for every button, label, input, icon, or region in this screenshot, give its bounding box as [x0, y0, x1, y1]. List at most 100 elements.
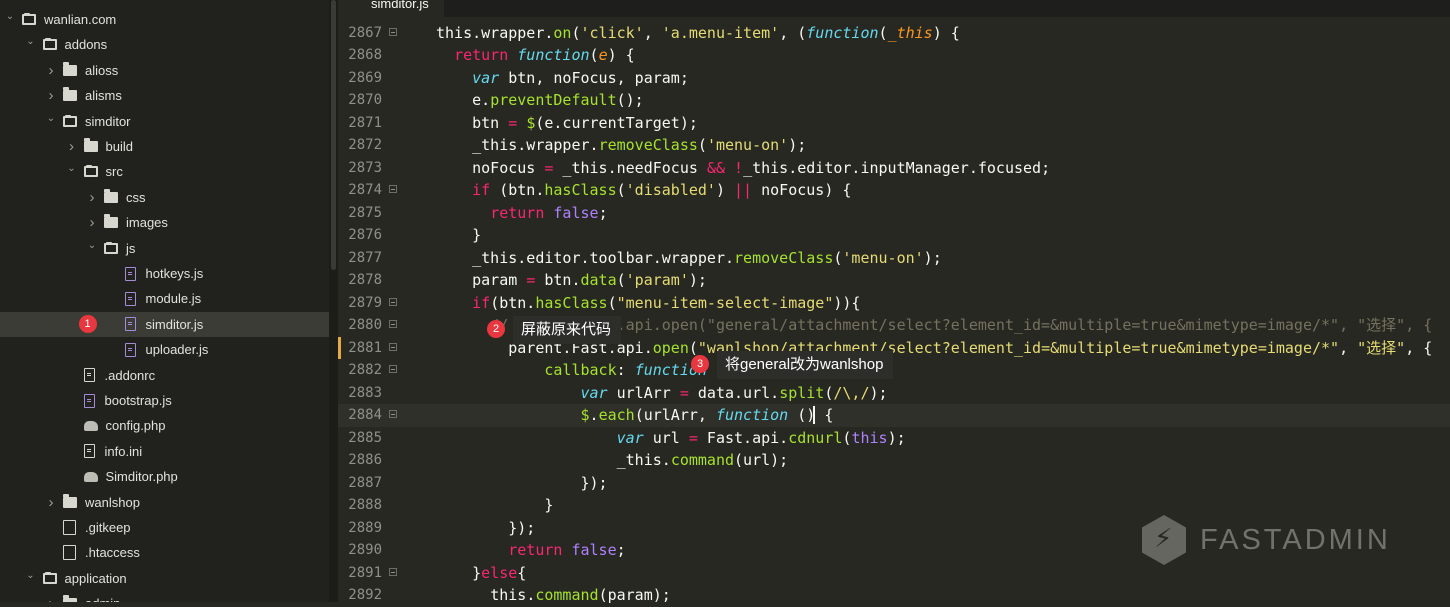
folder-icon	[104, 214, 118, 229]
chevron-down-icon[interactable]: ⌄	[45, 113, 57, 124]
chevron-right-icon[interactable]: ›	[45, 87, 57, 104]
tree-item[interactable]: › alioss	[0, 58, 329, 83]
tree-item[interactable]: › images	[0, 210, 329, 235]
tree-item[interactable]: ⌄ js	[0, 236, 329, 261]
tree-item[interactable]: .htaccess	[0, 540, 329, 565]
tree-item[interactable]: hotkeys.js	[0, 261, 329, 286]
code-text: }else{	[436, 563, 527, 582]
code-line[interactable]: 2882 callback: function (data) {	[338, 359, 1450, 382]
line-number: 2892	[348, 587, 382, 603]
code-line[interactable]: 2876 }	[338, 224, 1450, 247]
tree-item[interactable]: ⌄ src	[0, 159, 329, 184]
tree-item[interactable]: config.php	[0, 413, 329, 438]
code-line[interactable]: 2878 param = btn.data('param');	[338, 269, 1450, 292]
folder-icon	[63, 87, 77, 102]
fold-toggle-icon[interactable]	[389, 365, 397, 373]
tree-item-label: alioss	[85, 62, 119, 78]
tab-simditor-js[interactable]: simditor.js	[338, 0, 444, 17]
fold-toggle-icon[interactable]	[389, 27, 397, 36]
tree-item-label: Simditor.php	[105, 469, 178, 485]
code-line[interactable]: 2881 parent.Fast.api.open("wanlshop/atta…	[338, 336, 1450, 359]
code-line[interactable]: 2883 var urlArr = data.url.split(/\,/);	[338, 382, 1450, 405]
code-line[interactable]: 2869 var btn, noFocus, param;	[338, 67, 1450, 90]
line-number: 2881	[348, 339, 382, 356]
tree-item[interactable]: module.js	[0, 286, 329, 311]
tree-item-label: config.php	[105, 418, 166, 434]
tree-item[interactable]: › admin	[0, 591, 329, 602]
folder-open-icon	[104, 241, 118, 254]
code-text: noFocus = _this.needFocus && !_this.edit…	[436, 158, 1051, 177]
tree-item[interactable]: .gitkeep	[0, 515, 329, 540]
tree-item-label: admin	[85, 596, 120, 602]
fold-toggle-icon[interactable]	[389, 410, 397, 418]
code-line[interactable]: 2872 _this.wrapper.removeClass('menu-on'…	[338, 134, 1450, 157]
code-text: }	[436, 226, 482, 244]
tree-item-label: addons	[64, 37, 108, 53]
tree-item-label: application	[64, 570, 127, 586]
fastadmin-watermark: FASTADMIN	[1142, 514, 1402, 566]
code-line[interactable]: 2879 if(btn.hasClass("menu-item-select-i…	[338, 292, 1450, 315]
sidebar-scrollbar-thumb[interactable]	[331, 0, 336, 270]
code-text: this.command(param);	[490, 586, 671, 604]
line-number: 2878	[348, 272, 382, 288]
tree-item[interactable]: › css	[0, 185, 329, 210]
code-line[interactable]: 2871 btn = $(e.currentTarget);	[338, 112, 1450, 135]
fold-toggle-icon[interactable]	[389, 320, 397, 328]
chevron-down-icon[interactable]: ⌄	[25, 570, 37, 581]
chevron-down-icon[interactable]: ⌄	[25, 36, 37, 47]
tree-item[interactable]: Simditor.php	[0, 464, 329, 489]
tree-item[interactable]: › build	[0, 134, 329, 159]
sidebar-scrollbar[interactable]	[329, 0, 338, 602]
chevron-down-icon[interactable]: ⌄	[4, 11, 16, 22]
tree-item[interactable]: ⌄ wanlian.com	[0, 7, 329, 32]
tree-item[interactable]: ⌄ application	[0, 566, 329, 591]
chevron-right-icon[interactable]: ›	[86, 189, 98, 206]
tree-item-label: js	[126, 240, 136, 256]
tree-item[interactable]: ⌄ simditor	[0, 109, 329, 134]
tree-item[interactable]: › alisms	[0, 83, 329, 108]
code-line[interactable]: 2877 _this.editor.toolbar.wrapper.remove…	[338, 247, 1450, 270]
tree-item[interactable]: ⌄ addons	[0, 32, 329, 57]
tree-item[interactable]: 1 simditor.js	[0, 311, 329, 337]
code-line[interactable]: 2887 });	[338, 472, 1450, 495]
line-number: 2884	[348, 407, 382, 423]
code-line[interactable]: 2886 _this.command(url);	[338, 449, 1450, 472]
fold-toggle-icon[interactable]	[389, 567, 397, 576]
chevron-down-icon[interactable]: ⌄	[66, 163, 78, 174]
tree-item-label: module.js	[145, 291, 202, 307]
tree-item[interactable]: bootstrap.js	[0, 388, 329, 413]
code-line[interactable]: 2867 this.wrapper.on('click', 'a.menu-ite…	[338, 22, 1450, 45]
code-line[interactable]: 2880 // parent.Fast.api.open("general/at…	[338, 314, 1450, 337]
chevron-right-icon[interactable]: ›	[45, 595, 57, 602]
code-line[interactable]: 2885 var url = Fast.api.cdnurl(this);	[338, 427, 1450, 450]
chevron-right-icon[interactable]: ›	[45, 494, 57, 511]
tree-item-label: hotkeys.js	[145, 266, 204, 281]
code-line[interactable]: 2868 return function(e) {	[338, 44, 1450, 67]
code-text: });	[436, 473, 608, 492]
code-text: var url = Fast.api.cdnurl(this);	[616, 428, 906, 447]
code-line[interactable]: 2870 e.preventDefault();	[338, 89, 1450, 112]
fold-toggle-icon[interactable]	[389, 342, 397, 351]
chevron-down-icon[interactable]: ⌄	[86, 240, 98, 251]
tree-item[interactable]: info.ini	[0, 439, 329, 464]
tree-item[interactable]: uploader.js	[0, 337, 329, 362]
code-text: btn = $(e.currentTarget);	[436, 113, 698, 132]
code-text: }	[436, 496, 554, 514]
tree-item[interactable]: › wanlshop	[0, 490, 329, 515]
chevron-right-icon[interactable]: ›	[86, 214, 98, 231]
tree-item[interactable]: .addonrc	[0, 363, 329, 388]
code-line[interactable]: 2884 $.each(urlArr, function () {	[338, 404, 1450, 427]
code-line[interactable]: 2892 this.command(param);	[338, 584, 1450, 607]
code-line[interactable]: 2873 noFocus = _this.needFocus && !_this…	[338, 157, 1450, 180]
fold-toggle-icon[interactable]	[389, 297, 397, 306]
folder-open-icon	[22, 13, 36, 25]
code-line[interactable]: 2874 if (btn.hasClass('disabled') || noF…	[338, 179, 1450, 202]
fold-toggle-icon[interactable]	[389, 185, 397, 193]
line-number: 2883	[348, 384, 382, 401]
code-line[interactable]: 2875 return false;	[338, 202, 1450, 225]
code-text: return function(e) {	[454, 46, 635, 64]
chevron-right-icon[interactable]: ›	[45, 62, 57, 79]
chevron-right-icon[interactable]: ›	[66, 138, 78, 155]
code-text: if(btn.hasClass("menu-item-select-image"…	[472, 293, 861, 312]
js-file-icon	[124, 291, 136, 306]
